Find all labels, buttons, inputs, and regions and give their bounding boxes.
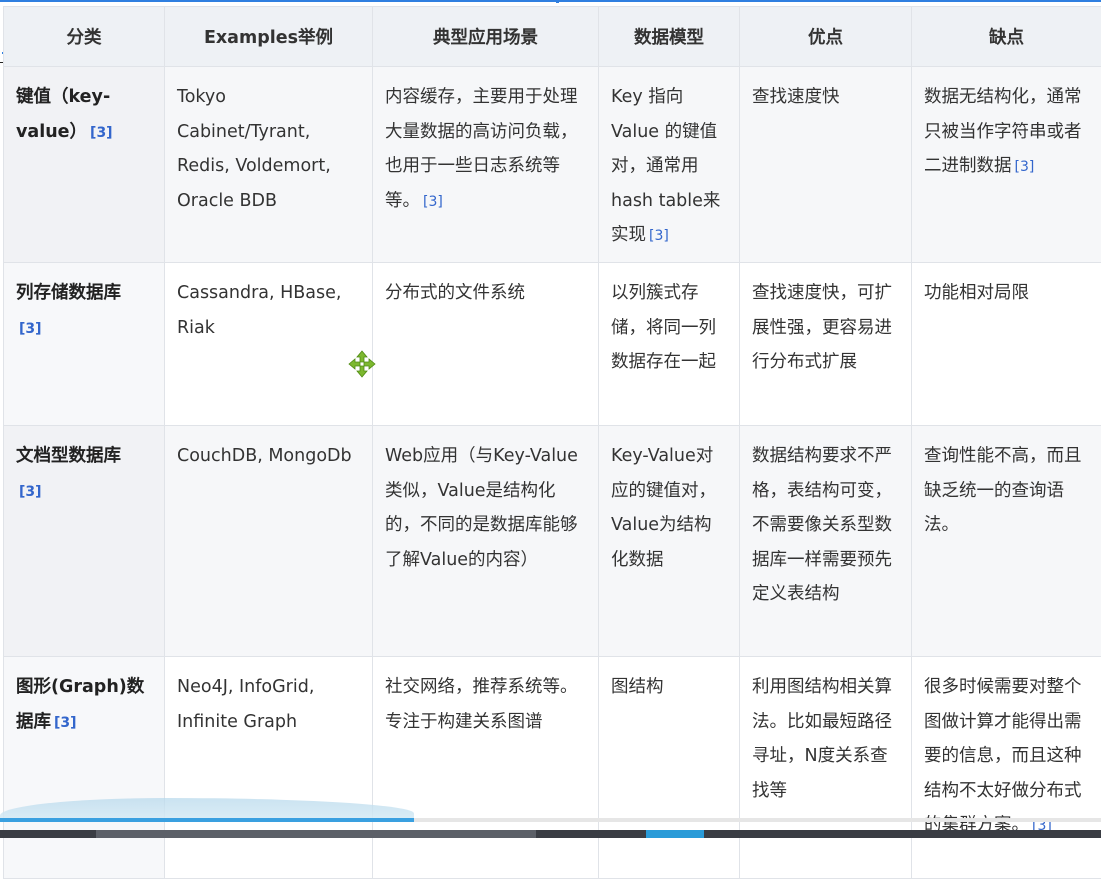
model-cell: Key-Value对应的键值对，Value为结构化数据 [599, 426, 740, 657]
category-cell: 文档型数据库 [3] [4, 426, 165, 657]
table-row: 列存储数据库 [3] Cassandra, HBase, Riak 分布式的文件系… [4, 263, 1101, 426]
selection-handle[interactable] [556, 0, 559, 3]
pros-text: 数据结构要求不严格，表结构可变，不需要像关系型数据库一样需要预先定义表结构 [752, 446, 892, 604]
model-text: 图结构 [611, 677, 664, 697]
pros-cell: 查找速度快，可扩展性强，更容易进行分布式扩展 [740, 263, 912, 426]
pros-cell: 利用图结构相关算法。比如最短路径寻址，N度关系查找等 [740, 657, 912, 879]
header-examples: Examples举例 [165, 7, 373, 67]
top-accent-line [0, 0, 1101, 2]
reference-link[interactable]: [3] [19, 321, 42, 337]
cons-text: 很多时候需要对整个图做计算才能得出需要的信息，而且这种结构不太好做分布式的集群方… [924, 677, 1082, 835]
nosql-comparison-table: 分类 Examples举例 典型应用场景 数据模型 优点 缺点 键值（key-v… [3, 6, 1101, 879]
category-label: 图形(Graph)数据库 [16, 677, 144, 732]
cons-cell: 数据无结构化，通常只被当作字符串或者二进制数据[3] [912, 67, 1101, 263]
cons-cell: 很多时候需要对整个图做计算才能得出需要的信息，而且这种结构不太好做分布式的集群方… [912, 657, 1101, 879]
category-label: 列存储数据库 [16, 283, 121, 303]
examples-text: Tokyo Cabinet/Tyrant, Redis, Voldemort, … [177, 87, 331, 211]
model-text: Key-Value对应的键值对，Value为结构化数据 [611, 446, 716, 570]
examples-cell: Tokyo Cabinet/Tyrant, Redis, Voldemort, … [165, 67, 373, 263]
cons-cell: 功能相对局限 [912, 263, 1101, 426]
reference-link[interactable]: [3] [1015, 159, 1035, 175]
horizontal-scrollbar-thumb[interactable] [0, 818, 414, 822]
category-cell: 键值（key-value）[3] [4, 67, 165, 263]
table-row: 键值（key-value）[3] Tokyo Cabinet/Tyrant, R… [4, 67, 1101, 263]
cons-text: 查询性能不高，而且缺乏统一的查询语法。 [924, 446, 1082, 535]
reference-link[interactable]: [3] [90, 125, 113, 141]
category-label: 文档型数据库 [16, 446, 121, 466]
header-cons: 缺点 [912, 7, 1101, 67]
examples-text: Cassandra, HBase, Riak [177, 283, 341, 338]
scenario-text: 社交网络，推荐系统等。专注于构建关系图谱 [385, 677, 578, 732]
header-data-model: 数据模型 [599, 7, 740, 67]
model-cell: 以列簇式存储，将同一列数据存在一起 [599, 263, 740, 426]
cons-cell: 查询性能不高，而且缺乏统一的查询语法。 [912, 426, 1101, 657]
reference-link[interactable]: [3] [423, 194, 443, 210]
examples-cell: CouchDB, MongoDb [165, 426, 373, 657]
pros-cell: 数据结构要求不严格，表结构可变，不需要像关系型数据库一样需要预先定义表结构 [740, 426, 912, 657]
cons-text: 功能相对局限 [924, 283, 1029, 303]
header-pros: 优点 [740, 7, 912, 67]
scenario-text: 分布式的文件系统 [385, 283, 525, 303]
table-row: 文档型数据库 [3] CouchDB, MongoDb Web应用（与Key-Va… [4, 426, 1101, 657]
scenario-text: Web应用（与Key-Value类似，Value是结构化的，不同的是数据库能够了… [385, 446, 578, 570]
reference-link[interactable]: [3] [54, 715, 77, 731]
scenario-text: 内容缓存，主要用于处理大量数据的高访问负载，也用于一些日志系统等等。 [385, 87, 578, 211]
reference-link[interactable]: [3] [19, 484, 42, 500]
category-cell: 图形(Graph)数据库[3] [4, 657, 165, 879]
scenario-cell: 社交网络，推荐系统等。专注于构建关系图谱 [373, 657, 599, 879]
reference-link[interactable]: [3] [649, 228, 669, 244]
examples-cell: Cassandra, HBase, Riak [165, 263, 373, 426]
model-cell: Key 指向 Value 的键值对，通常用hash table来实现[3] [599, 67, 740, 263]
category-cell: 列存储数据库 [3] [4, 263, 165, 426]
scenario-cell: 分布式的文件系统 [373, 263, 599, 426]
header-scenario: 典型应用场景 [373, 7, 599, 67]
scenario-cell: 内容缓存，主要用于处理大量数据的高访问负载，也用于一些日志系统等等。[3] [373, 67, 599, 263]
cons-text: 数据无结构化，通常只被当作字符串或者二进制数据 [924, 87, 1082, 176]
pros-text: 利用图结构相关算法。比如最短路径寻址，N度关系查找等 [752, 677, 892, 801]
model-cell: 图结构 [599, 657, 740, 879]
scenario-cell: Web应用（与Key-Value类似，Value是结构化的，不同的是数据库能够了… [373, 426, 599, 657]
model-text: 以列簇式存储，将同一列数据存在一起 [611, 283, 716, 372]
table-row: 图形(Graph)数据库[3] Neo4J, InfoGrid, Infinit… [4, 657, 1101, 879]
pros-text: 查找速度快 [752, 87, 840, 107]
model-text: Key 指向 Value 的键值对，通常用hash table来实现 [611, 87, 720, 245]
table-header-row: 分类 Examples举例 典型应用场景 数据模型 优点 缺点 [4, 7, 1101, 67]
pros-text: 查找速度快，可扩展性强，更容易进行分布式扩展 [752, 283, 892, 372]
taskbar-active-item[interactable] [646, 830, 704, 838]
pros-cell: 查找速度快 [740, 67, 912, 263]
examples-text: Neo4J, InfoGrid, Infinite Graph [177, 677, 314, 732]
examples-cell: Neo4J, InfoGrid, Infinite Graph [165, 657, 373, 879]
examples-text: CouchDB, MongoDb [177, 446, 352, 466]
taskbar-item[interactable] [96, 830, 536, 838]
move-arrows-icon[interactable] [348, 350, 376, 378]
header-category: 分类 [4, 7, 165, 67]
